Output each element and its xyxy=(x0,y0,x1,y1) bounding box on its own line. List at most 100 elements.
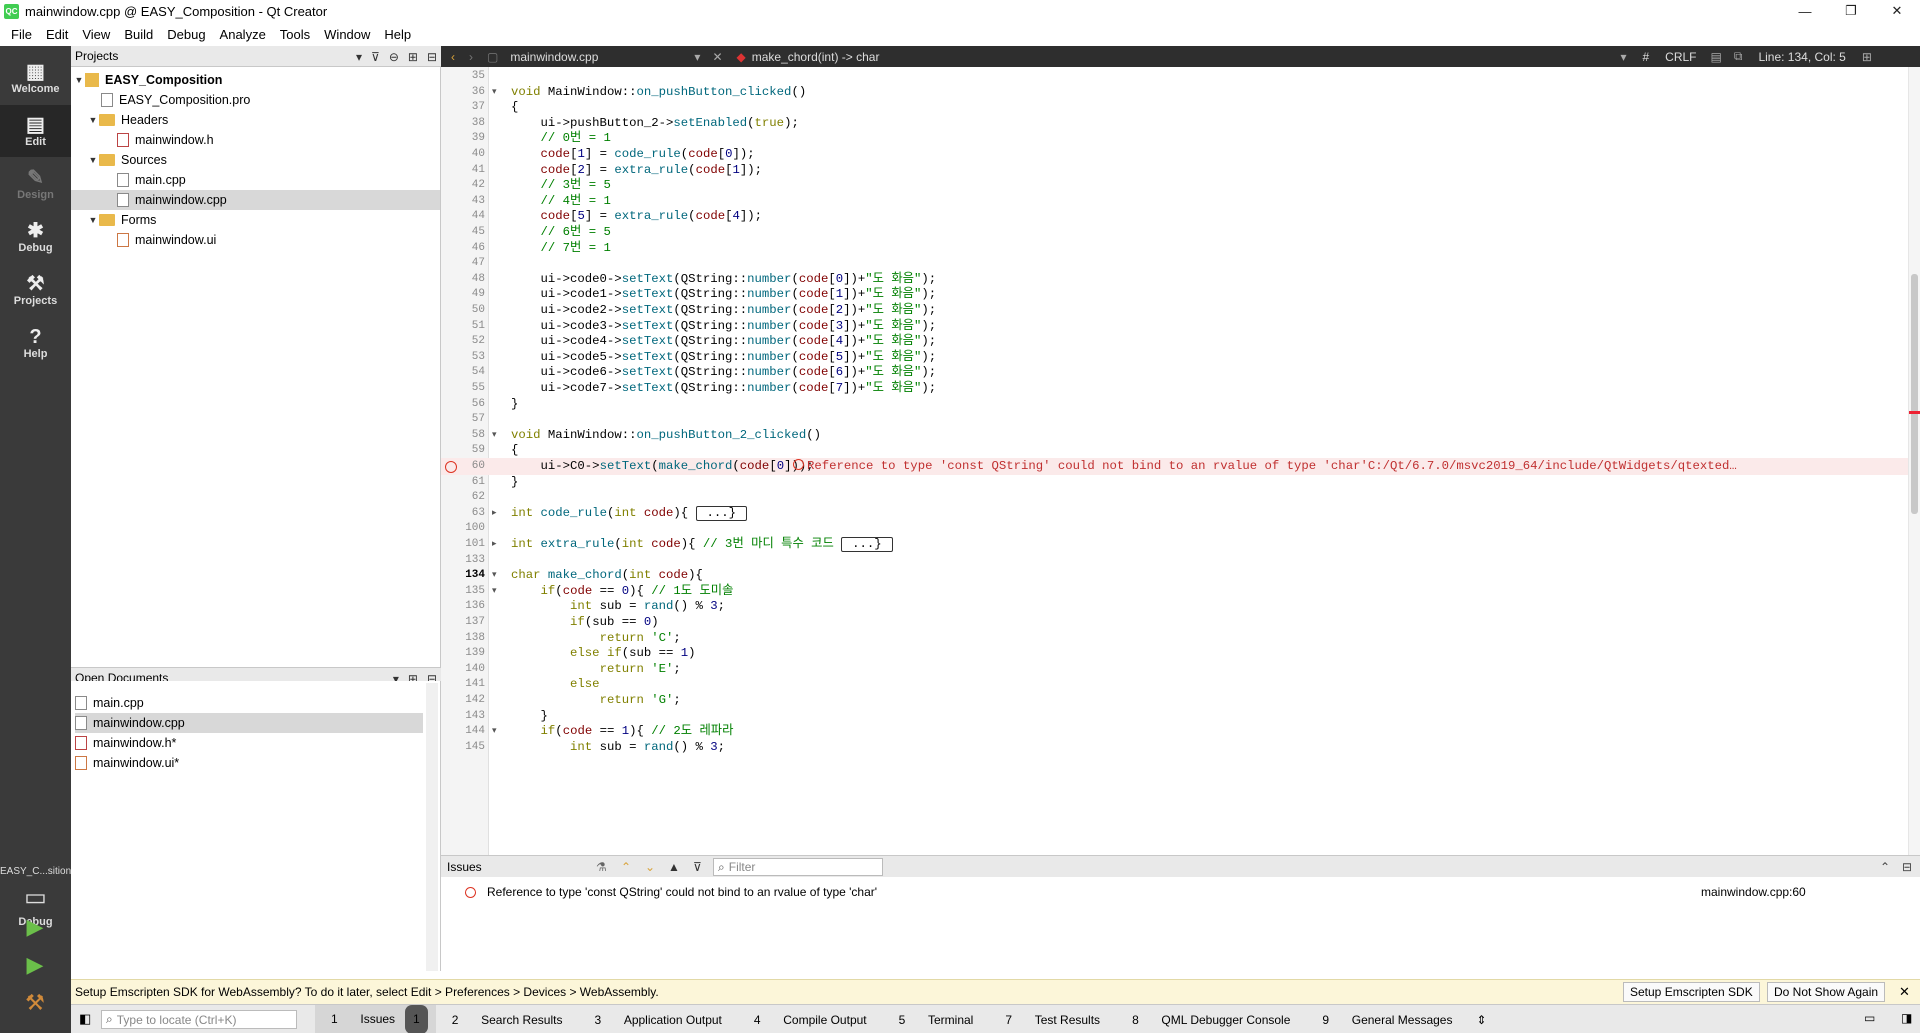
vertical-scrollbar[interactable] xyxy=(1908,67,1920,855)
menu-view[interactable]: View xyxy=(75,27,117,42)
open-document-item[interactable]: mainwindow.h* xyxy=(75,733,423,753)
code-line[interactable]: 141 else xyxy=(441,676,1920,693)
chevron-down-icon[interactable]: ▾ xyxy=(492,723,502,740)
tab-terminal[interactable]: 5 Terminal xyxy=(883,1013,990,1027)
tab-issues[interactable]: 1 Issues 1 xyxy=(315,1005,436,1033)
code-line[interactable]: 134 ▾ char make_chord(int code){ xyxy=(441,567,1920,584)
tab-qml-debugger-console[interactable]: 8 QML Debugger Console xyxy=(1116,1013,1306,1027)
code-line[interactable]: 62 xyxy=(441,489,1920,506)
menu-edit[interactable]: Edit xyxy=(39,27,75,42)
split-icon[interactable]: ⊞ xyxy=(408,50,418,64)
split-editor-icon[interactable]: ⊞ xyxy=(1862,50,1872,64)
chevron-down-icon[interactable]: ▼ xyxy=(73,75,85,85)
code-line[interactable]: 142 return 'G'; xyxy=(441,692,1920,709)
issue-row[interactable]: Reference to type 'const QString' could … xyxy=(441,882,1920,902)
maximize-pane-icon[interactable]: ⌃ xyxy=(1880,860,1890,874)
mode-edit[interactable]: ▤ Edit xyxy=(0,105,71,157)
menu-window[interactable]: Window xyxy=(317,27,377,42)
symbol-combo[interactable]: make_chord(int) -> char xyxy=(752,50,880,64)
code-line[interactable]: 101 ▸ int extra_rule(int code){ // 3번 마디 특… xyxy=(441,536,1920,553)
code-line[interactable]: 40 code[1] = code_rule(code[0]); xyxy=(441,146,1920,163)
run-icon[interactable]: ▶ xyxy=(22,914,48,940)
cursor-position[interactable]: Line: 134, Col: 5 xyxy=(1758,50,1845,64)
tab-search-results[interactable]: 2 Search Results xyxy=(436,1013,579,1027)
menu-build[interactable]: Build xyxy=(117,27,160,42)
build-hammer-icon[interactable]: ⚒ xyxy=(22,990,48,1016)
code-editor[interactable]: 35 36 ▾ void MainWindow::on_pushButton_clic… xyxy=(441,67,1920,855)
code-line[interactable]: 54 ui->code6->setText(QString::number(co… xyxy=(441,364,1920,381)
code-line[interactable]: 35 xyxy=(441,68,1920,85)
menu-debug[interactable]: Debug xyxy=(160,27,212,42)
tree-item-mainwindow-ui[interactable]: mainwindow.ui xyxy=(117,230,216,250)
open-document-item[interactable]: mainwindow.ui* xyxy=(75,753,423,773)
scrollbar-thumb[interactable] xyxy=(1911,274,1918,514)
code-line[interactable]: 59 { xyxy=(441,442,1920,459)
toggle-right-sidebar-icon[interactable]: ◨ xyxy=(1901,1011,1912,1025)
issues-filter-input[interactable]: ⌕ Filter xyxy=(713,858,883,876)
code-line[interactable]: 100 xyxy=(441,520,1920,537)
more-tabs-icon[interactable]: ⇕ xyxy=(1468,1013,1494,1027)
line-ending-combo[interactable]: CRLF xyxy=(1665,50,1696,64)
code-line[interactable]: 145 int sub = rand() % 3; xyxy=(441,739,1920,756)
code-line[interactable]: 55 ui->code7->setText(QString::number(co… xyxy=(441,380,1920,397)
code-line[interactable]: 39 // 0번 = 1 xyxy=(441,130,1920,147)
code-line[interactable]: 50 ui->code2->setText(QString::number(co… xyxy=(441,302,1920,319)
clear-icon[interactable]: ⚗ xyxy=(596,860,607,874)
menu-help[interactable]: Help xyxy=(377,27,418,42)
chevron-down-icon[interactable]: ▼ xyxy=(87,215,99,225)
link-icon[interactable]: ⊖ xyxy=(389,50,399,64)
split-icon[interactable]: ⧉ xyxy=(1734,49,1743,64)
do-not-show-again-button[interactable]: Do Not Show Again xyxy=(1767,982,1886,1002)
code-line[interactable]: 60 ui->C0->setText(make_chord(code[0]));… xyxy=(441,458,1920,475)
close-pane-icon[interactable]: ⊟ xyxy=(427,50,437,64)
setup-emscripten-button[interactable]: Setup Emscripten SDK xyxy=(1623,982,1760,1002)
mode-design[interactable]: ✎ Design xyxy=(0,158,71,210)
close-document-icon[interactable]: ✕ xyxy=(712,50,722,64)
code-line[interactable]: 144 ▾ if(code == 1){ // 2도 레파라 xyxy=(441,723,1920,740)
folded-block[interactable]: ...} xyxy=(695,506,748,521)
chevron-down-icon[interactable]: ▾ xyxy=(492,567,502,584)
code-line[interactable]: 45 // 6번 = 5 xyxy=(441,224,1920,241)
next-icon[interactable]: ⌄ xyxy=(645,860,655,874)
chevron-down-icon[interactable]: ▾ xyxy=(356,50,362,64)
preprocessor-button[interactable]: # xyxy=(1642,50,1649,64)
code-line[interactable]: 137 if(sub == 0) xyxy=(441,614,1920,631)
filter-icon[interactable]: ⊽ xyxy=(693,860,702,874)
code-line[interactable]: 136 int sub = rand() % 3; xyxy=(441,598,1920,615)
code-line[interactable]: 44 code[5] = extra_rule(code[4]); xyxy=(441,208,1920,225)
projects-pane-title[interactable]: Projects xyxy=(75,49,118,63)
chevron-down-icon[interactable]: ▾ xyxy=(1620,50,1626,64)
maximize-icon[interactable]: ❐ xyxy=(1828,0,1874,22)
tree-item-forms[interactable]: ▼ Forms xyxy=(87,210,157,230)
menu-tools[interactable]: Tools xyxy=(273,27,317,42)
debug-run-icon[interactable]: ▶ xyxy=(22,952,48,978)
code-line[interactable]: 49 ui->code1->setText(QString::number(co… xyxy=(441,286,1920,303)
tree-item-main-cpp[interactable]: main.cpp xyxy=(117,170,186,190)
tree-item-sources[interactable]: ▼ Sources xyxy=(87,150,167,170)
code-line[interactable]: 139 else if(sub == 1) xyxy=(441,645,1920,662)
chevron-down-icon[interactable]: ▼ xyxy=(87,155,99,165)
back-arrow-icon[interactable]: ‹ xyxy=(451,50,455,64)
chevron-down-icon[interactable]: ▼ xyxy=(87,115,99,125)
code-line[interactable]: 52 ui->code4->setText(QString::number(co… xyxy=(441,333,1920,350)
tree-item-mainwindow-h[interactable]: mainwindow.h xyxy=(117,130,214,150)
close-icon[interactable]: ✕ xyxy=(1874,0,1920,22)
open-document-item[interactable]: mainwindow.cpp xyxy=(75,713,423,733)
locator-input[interactable]: ⌕ Type to locate (Ctrl+K) xyxy=(101,1010,297,1029)
open-document-item[interactable]: main.cpp xyxy=(75,693,423,713)
menu-analyze[interactable]: Analyze xyxy=(213,27,273,42)
mode-projects[interactable]: ⚒ Projects xyxy=(0,264,71,316)
code-line[interactable]: 57 xyxy=(441,411,1920,428)
tab-test-results[interactable]: 7 Test Results xyxy=(989,1013,1116,1027)
tab-general-messages[interactable]: 9 General Messages xyxy=(1306,1013,1468,1027)
forward-arrow-icon[interactable]: › xyxy=(469,50,473,64)
code-line[interactable]: 37 { xyxy=(441,99,1920,116)
code-line[interactable]: 47 xyxy=(441,255,1920,272)
tree-item-headers[interactable]: ▼ Headers xyxy=(87,110,169,130)
mode-help[interactable]: ? Help xyxy=(0,317,71,369)
chevron-down-icon[interactable]: ▾ xyxy=(694,50,700,64)
menu-file[interactable]: File xyxy=(4,27,39,42)
editor-file-combo[interactable]: mainwindow.cpp xyxy=(510,50,598,64)
close-icon[interactable]: ✕ xyxy=(1899,984,1910,1000)
prev-icon[interactable]: ⌃ xyxy=(621,860,631,874)
